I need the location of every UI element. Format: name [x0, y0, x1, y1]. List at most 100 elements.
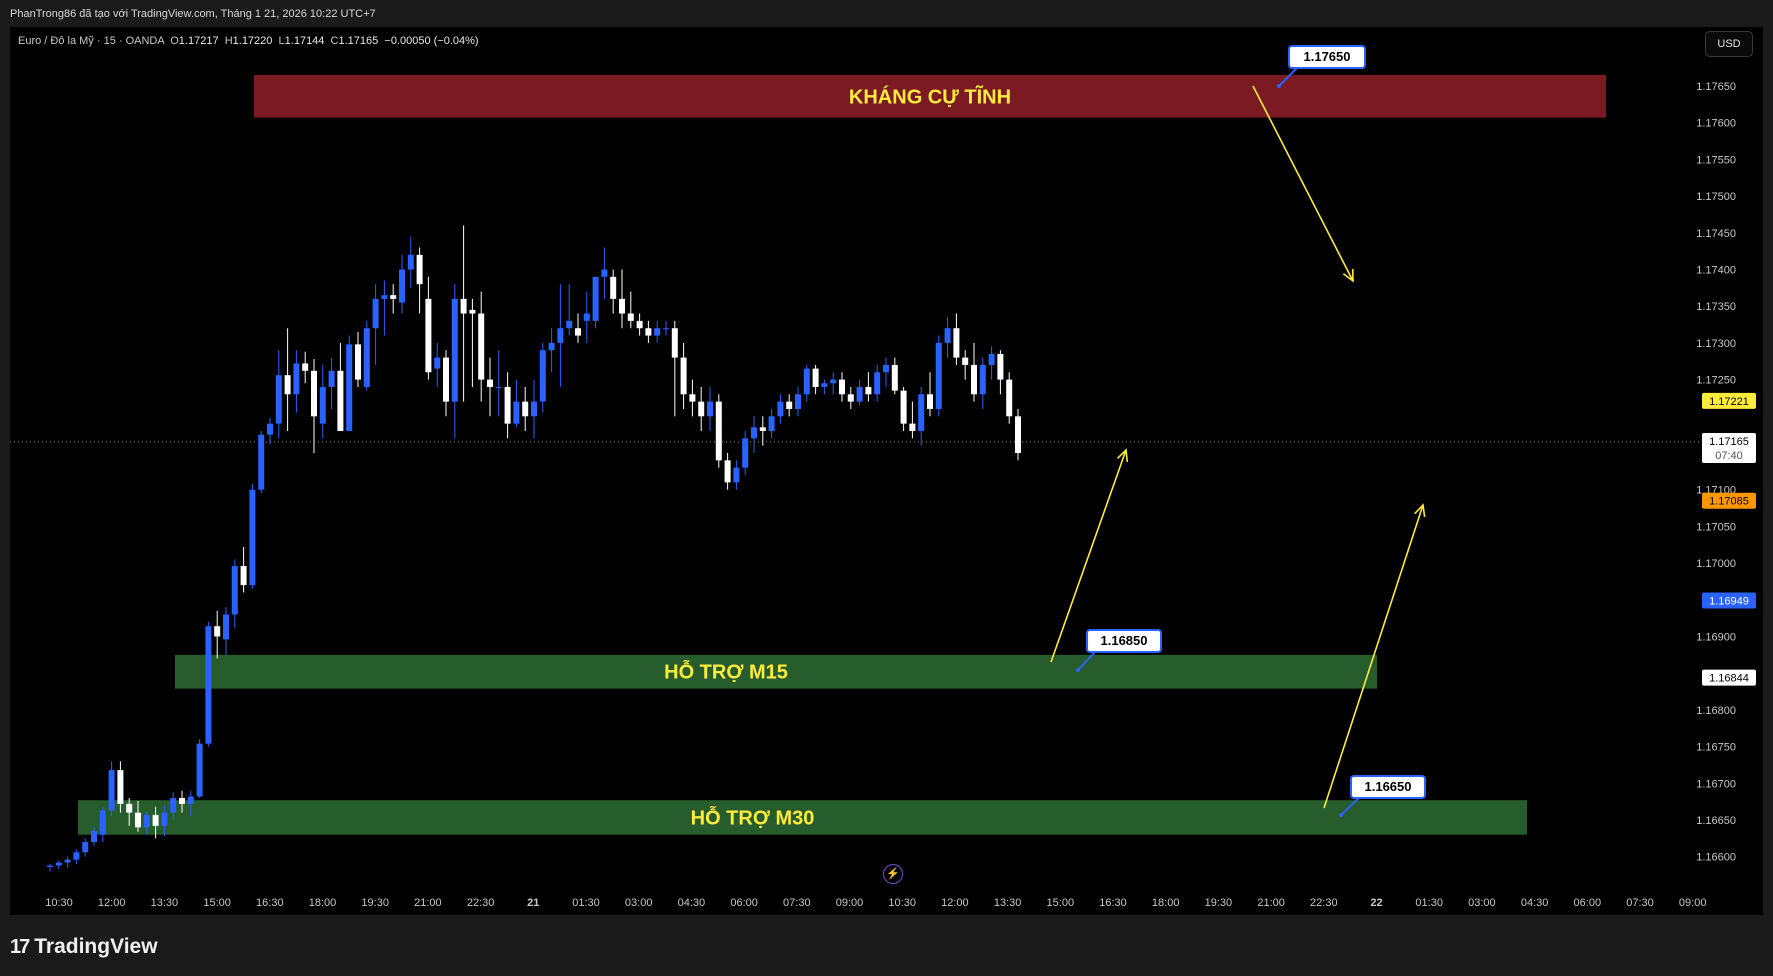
candle-body[interactable]	[328, 370, 335, 387]
candle-body[interactable]	[927, 394, 933, 409]
candle-body[interactable]	[363, 328, 370, 387]
candle-body[interactable]	[240, 566, 247, 586]
candle-body[interactable]	[416, 254, 423, 285]
candle-body[interactable]	[1006, 379, 1013, 417]
candle-body[interactable]	[592, 276, 599, 321]
candle-body[interactable]	[504, 386, 511, 424]
candle-body[interactable]	[346, 344, 353, 431]
candle-body[interactable]	[161, 812, 168, 826]
candle-body[interactable]	[205, 626, 212, 744]
candle-body[interactable]	[742, 438, 749, 468]
candle-body[interactable]	[636, 320, 643, 329]
candle-body[interactable]	[443, 357, 449, 402]
candle-body[interactable]	[82, 842, 89, 853]
candle-body[interactable]	[196, 743, 203, 797]
candle-body[interactable]	[909, 423, 916, 431]
candle-body[interactable]	[883, 364, 889, 373]
candle-body[interactable]	[126, 803, 133, 813]
candle-body[interactable]	[293, 363, 300, 395]
candle-body[interactable]	[47, 865, 53, 867]
candle-body[interactable]	[988, 353, 995, 365]
candle-body[interactable]	[302, 363, 309, 371]
candle-body[interactable]	[143, 814, 150, 828]
candle-body[interactable]	[381, 295, 388, 299]
candle-body[interactable]	[231, 566, 238, 615]
candle-body[interactable]	[451, 298, 458, 402]
candle-body[interactable]	[531, 401, 537, 417]
candle-body[interactable]	[918, 394, 925, 431]
currency-button[interactable]: USD	[1705, 31, 1753, 57]
tradingview-logo[interactable]: 17 TradingView	[10, 935, 158, 959]
candle-body[interactable]	[821, 383, 828, 387]
candle-body[interactable]	[179, 797, 185, 804]
candle-body[interactable]	[962, 357, 969, 365]
candle-body[interactable]	[390, 295, 397, 299]
candle-body[interactable]	[539, 350, 546, 402]
candle-body[interactable]	[803, 368, 810, 395]
candle-body[interactable]	[258, 434, 265, 490]
candle-body[interactable]	[971, 364, 977, 395]
candle-body[interactable]	[55, 862, 62, 866]
candle-body[interactable]	[469, 309, 476, 314]
candle-body[interactable]	[724, 460, 731, 483]
candle-body[interactable]	[944, 328, 951, 343]
candle-body[interactable]	[627, 313, 634, 321]
candle-body[interactable]	[99, 810, 106, 835]
candle-body[interactable]	[812, 368, 819, 387]
candle-body[interactable]	[645, 328, 652, 336]
candle-body[interactable]	[583, 313, 590, 321]
candle-body[interactable]	[891, 364, 898, 391]
candle-body[interactable]	[117, 770, 124, 804]
candle-body[interactable]	[214, 626, 221, 637]
candle-body[interactable]	[698, 401, 705, 417]
candle-body[interactable]	[548, 342, 555, 351]
candle-body[interactable]	[795, 394, 801, 409]
candle-body[interactable]	[759, 427, 766, 431]
candle-body[interactable]	[601, 269, 608, 277]
candle-body[interactable]	[319, 386, 326, 424]
candle-body[interactable]	[267, 423, 273, 435]
candle-body[interactable]	[830, 379, 837, 384]
candle-body[interactable]	[566, 320, 573, 329]
candle-body[interactable]	[663, 328, 669, 330]
candle-body[interactable]	[91, 831, 97, 843]
candle-body[interactable]	[284, 375, 291, 395]
candle-body[interactable]	[108, 770, 115, 811]
candle-body[interactable]	[768, 416, 775, 431]
candle-body[interactable]	[223, 614, 229, 640]
candle-body[interactable]	[513, 401, 520, 424]
candle-body[interactable]	[654, 328, 661, 336]
candle-body[interactable]	[671, 328, 678, 358]
candle-body[interactable]	[311, 370, 317, 417]
candle-body[interactable]	[610, 276, 617, 299]
candle-body[interactable]	[187, 796, 194, 804]
candle-body[interactable]	[460, 298, 467, 314]
candle-body[interactable]	[777, 401, 784, 417]
candle-body[interactable]	[249, 489, 256, 586]
candle-body[interactable]	[407, 254, 414, 270]
candle-body[interactable]	[372, 298, 379, 329]
candle-body[interactable]	[434, 357, 441, 369]
candle-body[interactable]	[847, 394, 854, 402]
candle-body[interactable]	[152, 814, 159, 826]
candle-body[interactable]	[487, 379, 493, 387]
candle-body[interactable]	[522, 401, 529, 417]
lightning-icon[interactable]: ⚡	[883, 864, 903, 884]
candle-body[interactable]	[680, 357, 687, 395]
candle-body[interactable]	[865, 386, 872, 395]
candle-body[interactable]	[495, 386, 502, 388]
candle-body[interactable]	[997, 353, 1004, 380]
candle-body[interactable]	[935, 342, 942, 409]
symbol-name[interactable]: Euro / Đô la Mỹ · 15 · OANDA	[18, 35, 164, 47]
candle-body[interactable]	[478, 313, 485, 380]
candle-body[interactable]	[839, 379, 845, 395]
candle-body[interactable]	[619, 298, 625, 314]
candle-body[interactable]	[689, 394, 696, 402]
candle-body[interactable]	[733, 467, 740, 483]
candle-body[interactable]	[135, 812, 141, 828]
candle-body[interactable]	[425, 298, 432, 373]
candle-body[interactable]	[979, 364, 986, 395]
candle-body[interactable]	[856, 386, 863, 402]
candle-body[interactable]	[399, 269, 405, 303]
candle-body[interactable]	[1015, 416, 1021, 453]
